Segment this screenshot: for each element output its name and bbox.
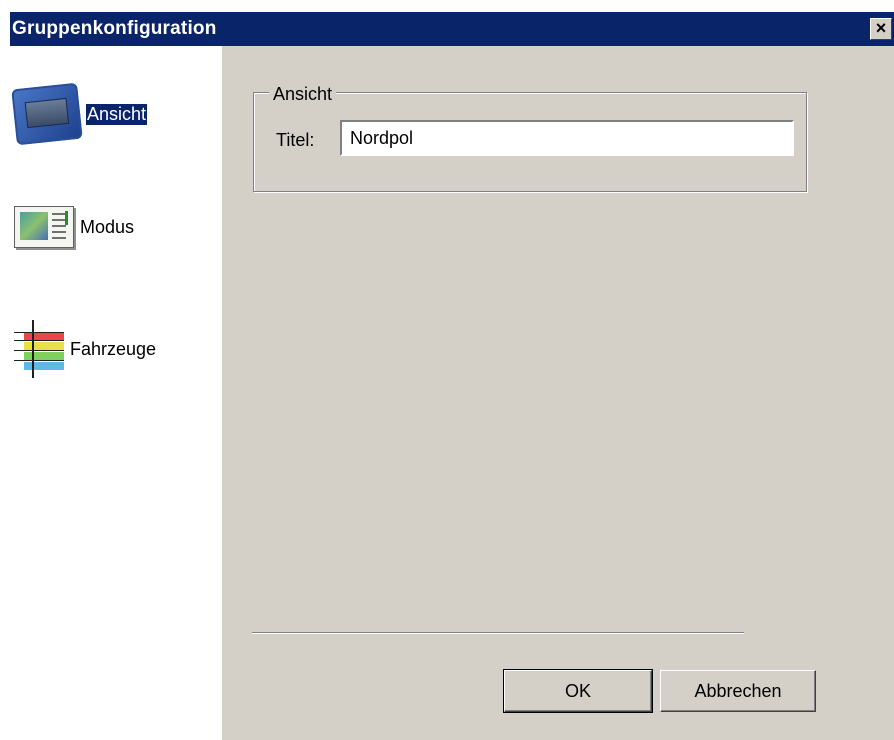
separator [252,632,744,634]
close-icon: × [875,18,887,38]
ansicht-icon [11,82,83,146]
sidebar-item-label: Fahrzeuge [70,338,157,359]
ok-button[interactable]: OK [503,669,653,713]
sidebar: Ansicht Modus Fahrzeuge [10,46,222,740]
sidebar-item-modus[interactable]: Modus [14,206,134,248]
cancel-button[interactable]: Abbrechen [660,670,816,712]
settings-panel: Ansicht Titel: OK Abbrechen [222,46,894,740]
sidebar-item-label: Modus [80,216,135,237]
groupbox-legend: Ansicht [269,84,337,105]
sidebar-item-label: Ansicht [84,102,149,126]
window-edge [0,0,10,740]
title-input[interactable] [340,120,794,156]
window-title: Gruppenkonfiguration [12,18,217,39]
title-label: Titel: [276,130,315,150]
fahrzeuge-icon [14,320,64,378]
sidebar-item-fahrzeuge[interactable]: Fahrzeuge [14,320,156,378]
close-button[interactable]: × [870,18,892,40]
modus-icon [14,206,74,248]
sidebar-item-ansicht[interactable]: Ansicht [11,82,149,146]
title-bar[interactable]: Gruppenkonfiguration × [10,12,894,46]
